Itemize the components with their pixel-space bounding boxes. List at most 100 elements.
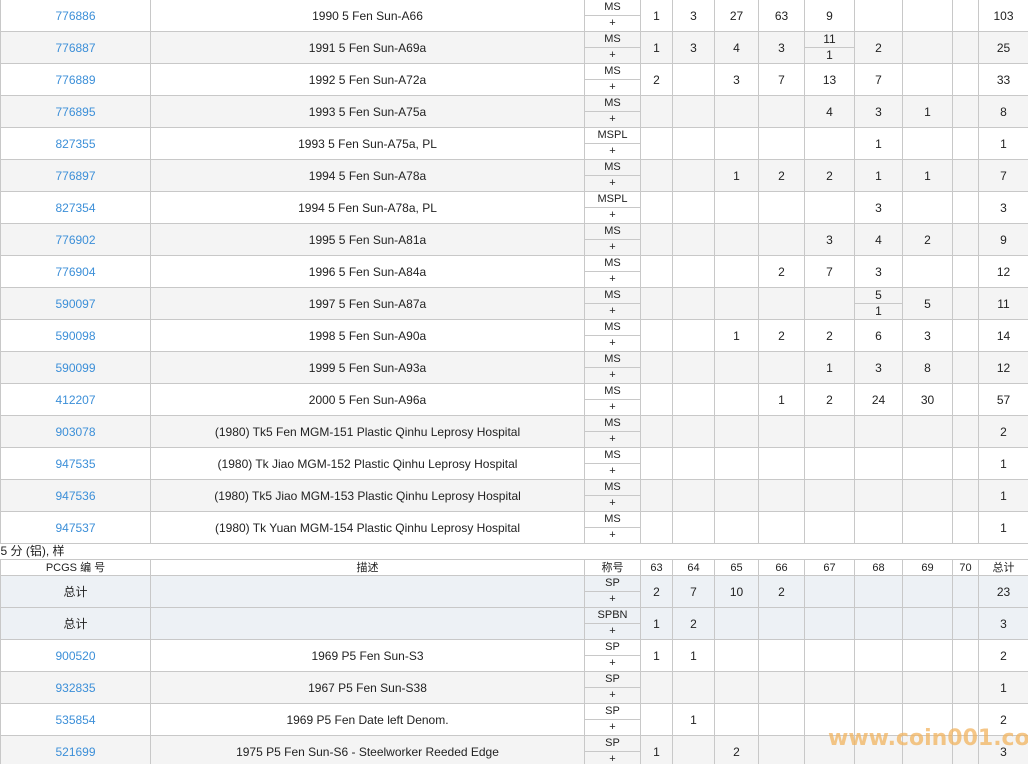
grade-count-cell: 30 [902, 383, 953, 416]
grade-count-cell [902, 127, 953, 160]
grade-count-cell [672, 287, 715, 320]
grade-count-cell [952, 31, 979, 64]
grade-count-cell [952, 639, 979, 672]
pcgs-number-link[interactable]: 412207 [0, 383, 151, 416]
description-cell: 1993 5 Fen Sun-A75a, PL [150, 127, 585, 160]
grade-count: 5 [855, 289, 902, 304]
pcgs-number-link[interactable]: 827355 [0, 127, 151, 160]
grade-count-cell [672, 255, 715, 288]
grade-count-cell [902, 511, 953, 544]
plus-label: + [609, 241, 616, 253]
pcgs-number-link[interactable]: 521699 [0, 735, 151, 764]
row-total-cell: 11 [978, 287, 1028, 320]
pcgs-number-link[interactable]: 947537 [0, 511, 151, 544]
table-row: 776904 1996 5 Fen Sun-A84a MS +2 7 3 12 [0, 255, 1028, 288]
pcgs-number-link[interactable]: 776897 [0, 159, 151, 192]
pcgs-number-link[interactable]: 776889 [0, 63, 151, 96]
grade-count-cell [672, 159, 715, 192]
designation-label: SP [585, 737, 640, 752]
designation-cell: MS + [584, 159, 641, 192]
grade-count-cell [640, 479, 673, 512]
plus-label: + [609, 49, 616, 61]
grade-count-cell: 7 [804, 255, 855, 288]
grade-count-cell: 24 [854, 383, 903, 416]
pcgs-number-link[interactable]: 776902 [0, 223, 151, 256]
grade-count-cell [854, 575, 903, 608]
grade-count-cell: 7 [672, 575, 715, 608]
table-row: 776897 1994 5 Fen Sun-A78a MS +1 2 2 1 1 7 [0, 159, 1028, 192]
grade-count-cell: 1 [640, 0, 673, 32]
grade-count-cell [758, 95, 805, 128]
grade-count-cell [952, 223, 979, 256]
row-total-cell: 33 [978, 63, 1028, 96]
pcgs-number-link[interactable]: 590099 [0, 351, 151, 384]
grade-count-cell [640, 703, 673, 736]
grade-count-cell: 3 [672, 0, 715, 32]
pcgs-number-link[interactable]: 900520 [0, 639, 151, 672]
pcgs-number-link[interactable]: 776895 [0, 95, 151, 128]
grade-count-cell [952, 127, 979, 160]
designation-label: MS [585, 65, 640, 80]
pcgs-number-link[interactable]: 932835 [0, 671, 151, 704]
grade-count-cell: 4 [854, 223, 903, 256]
description-cell: 1995 5 Fen Sun-A81a [150, 223, 585, 256]
pcgs-number-link[interactable]: 776886 [0, 0, 151, 32]
pcgs-number-link[interactable]: 776904 [0, 255, 151, 288]
table-row: 776887 1991 5 Fen Sun-A69a MS +1 3 4 3 11 1 2 25 [0, 31, 1028, 64]
plus-label: + [609, 433, 616, 445]
pcgs-number-link[interactable]: 590097 [0, 287, 151, 320]
pcgs-number-link[interactable]: 947535 [0, 447, 151, 480]
plus-label: + [609, 305, 616, 317]
grade-count-cell: 1 [902, 159, 953, 192]
grade-count-cell [640, 671, 673, 704]
pcgs-number-link[interactable]: 535854 [0, 703, 151, 736]
table-header: PCGS 编 号描述 称号 63 64 65 66 67 68 69 70 总计 [0, 559, 1028, 576]
pcgs-number-link[interactable]: 776887 [0, 31, 151, 64]
grade-count-cell: 1 [758, 383, 805, 416]
plus-label: + [609, 753, 616, 764]
header-designation: 称号 [584, 559, 641, 576]
grade-count-cell: 2 [758, 319, 805, 352]
table-row: 947535 (1980) Tk Jiao MGM-152 Plastic Qin… [0, 447, 1028, 480]
grade-count-cell [640, 447, 673, 480]
pcgs-number-link[interactable]: 827354 [0, 191, 151, 224]
designation-cell: SPBN + [584, 607, 641, 640]
grade-count-cell [672, 319, 715, 352]
grade-count-cell: 3 [902, 319, 953, 352]
grade-count-cell [902, 0, 953, 32]
description-cell: 1998 5 Fen Sun-A90a [150, 319, 585, 352]
grade-count-cell [854, 671, 903, 704]
grade-count-cell [640, 287, 673, 320]
plus-label: + [609, 721, 616, 733]
total-label: 总计 [0, 575, 151, 608]
grade-count-cell [758, 127, 805, 160]
table-row: 947537 (1980) Tk Yuan MGM-154 Plastic Qin… [0, 511, 1028, 544]
grade-count-cell: 1 [672, 639, 715, 672]
designation-cell: MS + [584, 319, 641, 352]
row-total-cell: 8 [978, 95, 1028, 128]
grade-count-cell [854, 415, 903, 448]
pcgs-number-link[interactable]: 947536 [0, 479, 151, 512]
grade-count-cell: 1 [640, 639, 673, 672]
grade-count-cell [672, 95, 715, 128]
designation-label: MS [585, 225, 640, 240]
grade-count-cell: 2 [640, 63, 673, 96]
grade-count-cell [640, 415, 673, 448]
pcgs-number-link[interactable]: 590098 [0, 319, 151, 352]
designation-cell: MS + [584, 95, 641, 128]
grade-count-cell [902, 191, 953, 224]
total-label: 总计 [0, 607, 151, 640]
grade-count-cell [902, 639, 953, 672]
description-cell: 1967 P5 Fen Sun-S38 [150, 671, 585, 704]
plus-label: + [609, 465, 616, 477]
table-row: 776886 1990 5 Fen Sun-A66 MS +1 3 27 63 9 103 [0, 0, 1028, 32]
description-cell: 1999 5 Fen Sun-A93a [150, 351, 585, 384]
pcgs-number-link[interactable]: 903078 [0, 415, 151, 448]
grade-count-cell [758, 287, 805, 320]
designation-label: MS [585, 33, 640, 48]
designation-label: MS [585, 321, 640, 336]
table-row: 总计 SP +2 7 10 2 23 [0, 575, 1028, 608]
grade-count-cell [714, 511, 759, 544]
description-cell: 1994 5 Fen Sun-A78a [150, 159, 585, 192]
grade-count-cell [952, 319, 979, 352]
